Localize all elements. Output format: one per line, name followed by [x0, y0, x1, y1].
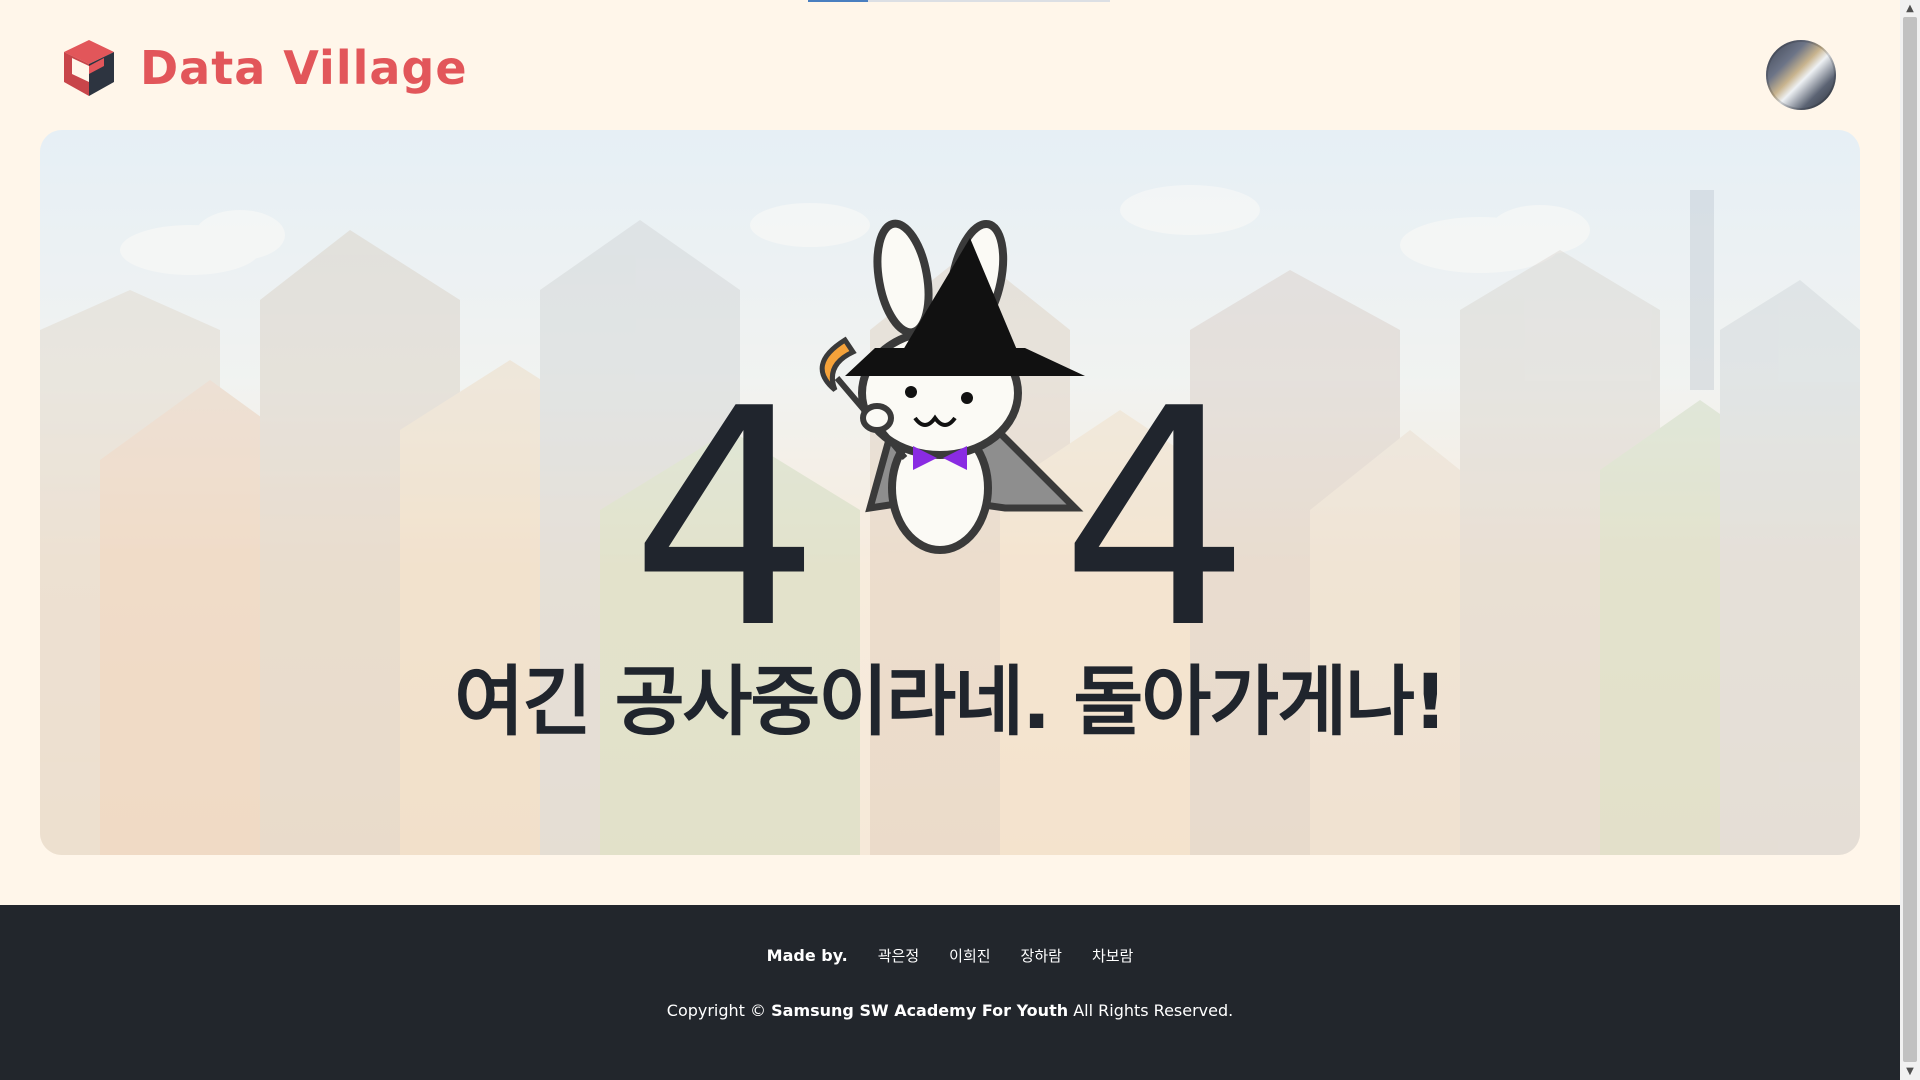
- member-link[interactable]: 장하람: [1021, 945, 1062, 966]
- not-found-hero: 4 4 여긴 공사중이라네. 돌아가게나!: [40, 130, 1860, 855]
- scroll-down-arrow-icon[interactable]: ▼: [1900, 1063, 1920, 1080]
- brand-name: Data Village: [140, 41, 468, 95]
- app-header: Data Village: [0, 0, 1900, 130]
- user-avatar[interactable]: [1766, 40, 1836, 110]
- made-by-label: Made by.: [766, 946, 848, 965]
- member-link[interactable]: 차보람: [1092, 945, 1133, 966]
- site-footer: Made by. 곽은정 이희진 장하람 차보람 Copyright © Sam…: [0, 905, 1900, 1080]
- copyright-suffix: All Rights Reserved.: [1073, 1001, 1234, 1020]
- not-found-message: 여긴 공사중이라네. 돌아가게나!: [454, 657, 1447, 746]
- member-link[interactable]: 곽은정: [878, 945, 919, 966]
- page-scrollbar[interactable]: ▲ ▼: [1900, 0, 1920, 1080]
- copyright-org: Samsung SW Academy For Youth: [771, 1001, 1069, 1020]
- home-logo-link[interactable]: Data Village: [58, 36, 468, 100]
- copyright-text: Copyright © Samsung SW Academy For Youth…: [0, 1001, 1900, 1020]
- scrollbar-thumb[interactable]: [1903, 17, 1917, 1062]
- copyright-prefix: Copyright ©: [666, 1001, 767, 1020]
- credits-row: Made by. 곽은정 이희진 장하람 차보람: [0, 945, 1900, 966]
- scroll-up-arrow-icon[interactable]: ▲: [1900, 0, 1920, 17]
- witch-rabbit-mascot-icon: [819, 219, 1085, 554]
- cube-logo-icon: [64, 40, 114, 96]
- member-link[interactable]: 이희진: [949, 945, 990, 966]
